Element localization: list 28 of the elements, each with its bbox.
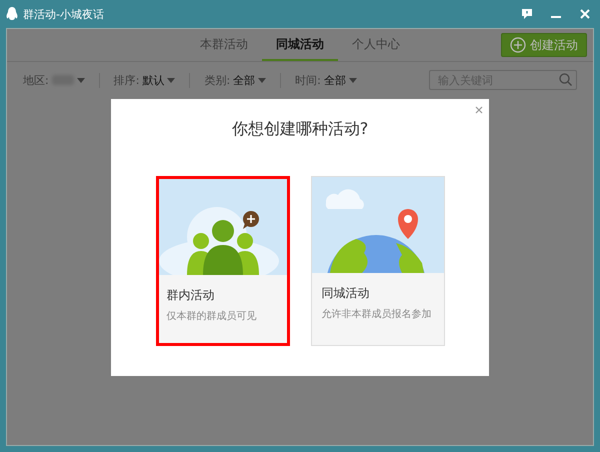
penguin-icon [6,7,18,21]
tab[interactable]: 个人中心 [338,29,414,61]
feedback-icon[interactable] [522,9,532,19]
dropdown-caret-icon[interactable] [76,78,85,82]
filter-value[interactable]: 默认 [142,72,164,88]
filter-label: 地区: [23,72,49,88]
card-subtitle: 允许非本群成员报名参加 [322,308,432,321]
filter-label: 排序: [114,72,140,88]
dropdown-caret-icon[interactable] [348,78,357,82]
filter-label: 时间: [295,72,321,88]
tab[interactable]: 同城活动 [262,29,338,61]
dialog-title: 你想创建哪种活动? [232,119,368,140]
card-subtitle: 仅本群的群成员可见 [166,310,258,323]
filter-value[interactable]: 全部 [233,72,256,88]
window-title: 群活动-小城夜话 [23,6,104,22]
create-activity-button[interactable]: 创建活动 [501,33,587,57]
dropdown-caret-icon[interactable] [167,78,176,82]
filter-label: 类别: [204,72,230,88]
card-title: 同城活动 [322,285,370,302]
activity-type-card[interactable]: 同城活动 允许非本群成员报名参加 [310,176,444,346]
filter-value[interactable]: 全部 [324,72,346,88]
close-icon[interactable] [580,9,590,19]
tab[interactable]: 本群活动 [186,29,262,61]
search-icon[interactable] [559,73,572,86]
activity-type-card[interactable]: 群内活动 仅本群的群成员可见 [156,176,290,346]
card-title: 群内活动 [166,287,216,304]
plus-icon [510,37,526,53]
dropdown-caret-icon[interactable] [258,78,266,82]
